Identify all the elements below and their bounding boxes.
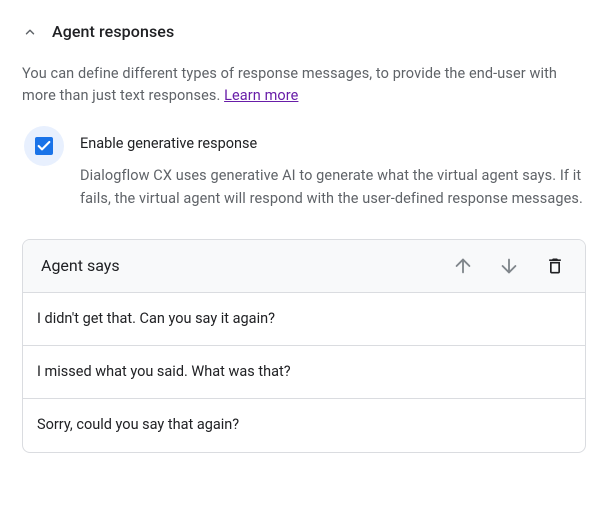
- agent-says-row[interactable]: Sorry, could you say that again?: [23, 399, 585, 451]
- arrow-down-icon: [498, 255, 520, 277]
- agent-says-card: Agent says: [22, 239, 586, 453]
- move-down-button[interactable]: [497, 254, 521, 278]
- generative-label: Enable generative response: [80, 134, 586, 154]
- enable-generative-checkbox[interactable]: [24, 126, 64, 166]
- checkmark-icon: [36, 138, 52, 154]
- generative-description: Dialogflow CX uses generative AI to gene…: [80, 164, 586, 210]
- agent-says-row[interactable]: I didn't get that. Can you say it again?: [23, 293, 585, 346]
- agent-says-title: Agent says: [41, 256, 451, 275]
- section-description: You can define different types of respon…: [22, 63, 586, 108]
- learn-more-link[interactable]: Learn more: [224, 87, 298, 104]
- collapse-toggle[interactable]: [22, 24, 38, 40]
- arrow-up-icon: [452, 255, 474, 277]
- trash-icon: [545, 256, 565, 276]
- section-header: Agent responses: [22, 22, 586, 41]
- chevron-up-icon: [23, 25, 37, 39]
- section-title: Agent responses: [52, 22, 174, 41]
- move-up-button[interactable]: [451, 254, 475, 278]
- agent-says-row[interactable]: I missed what you said. What was that?: [23, 346, 585, 399]
- generative-toggle-row: Enable generative response Dialogflow CX…: [22, 134, 586, 211]
- delete-button[interactable]: [543, 254, 567, 278]
- agent-says-header: Agent says: [23, 240, 585, 293]
